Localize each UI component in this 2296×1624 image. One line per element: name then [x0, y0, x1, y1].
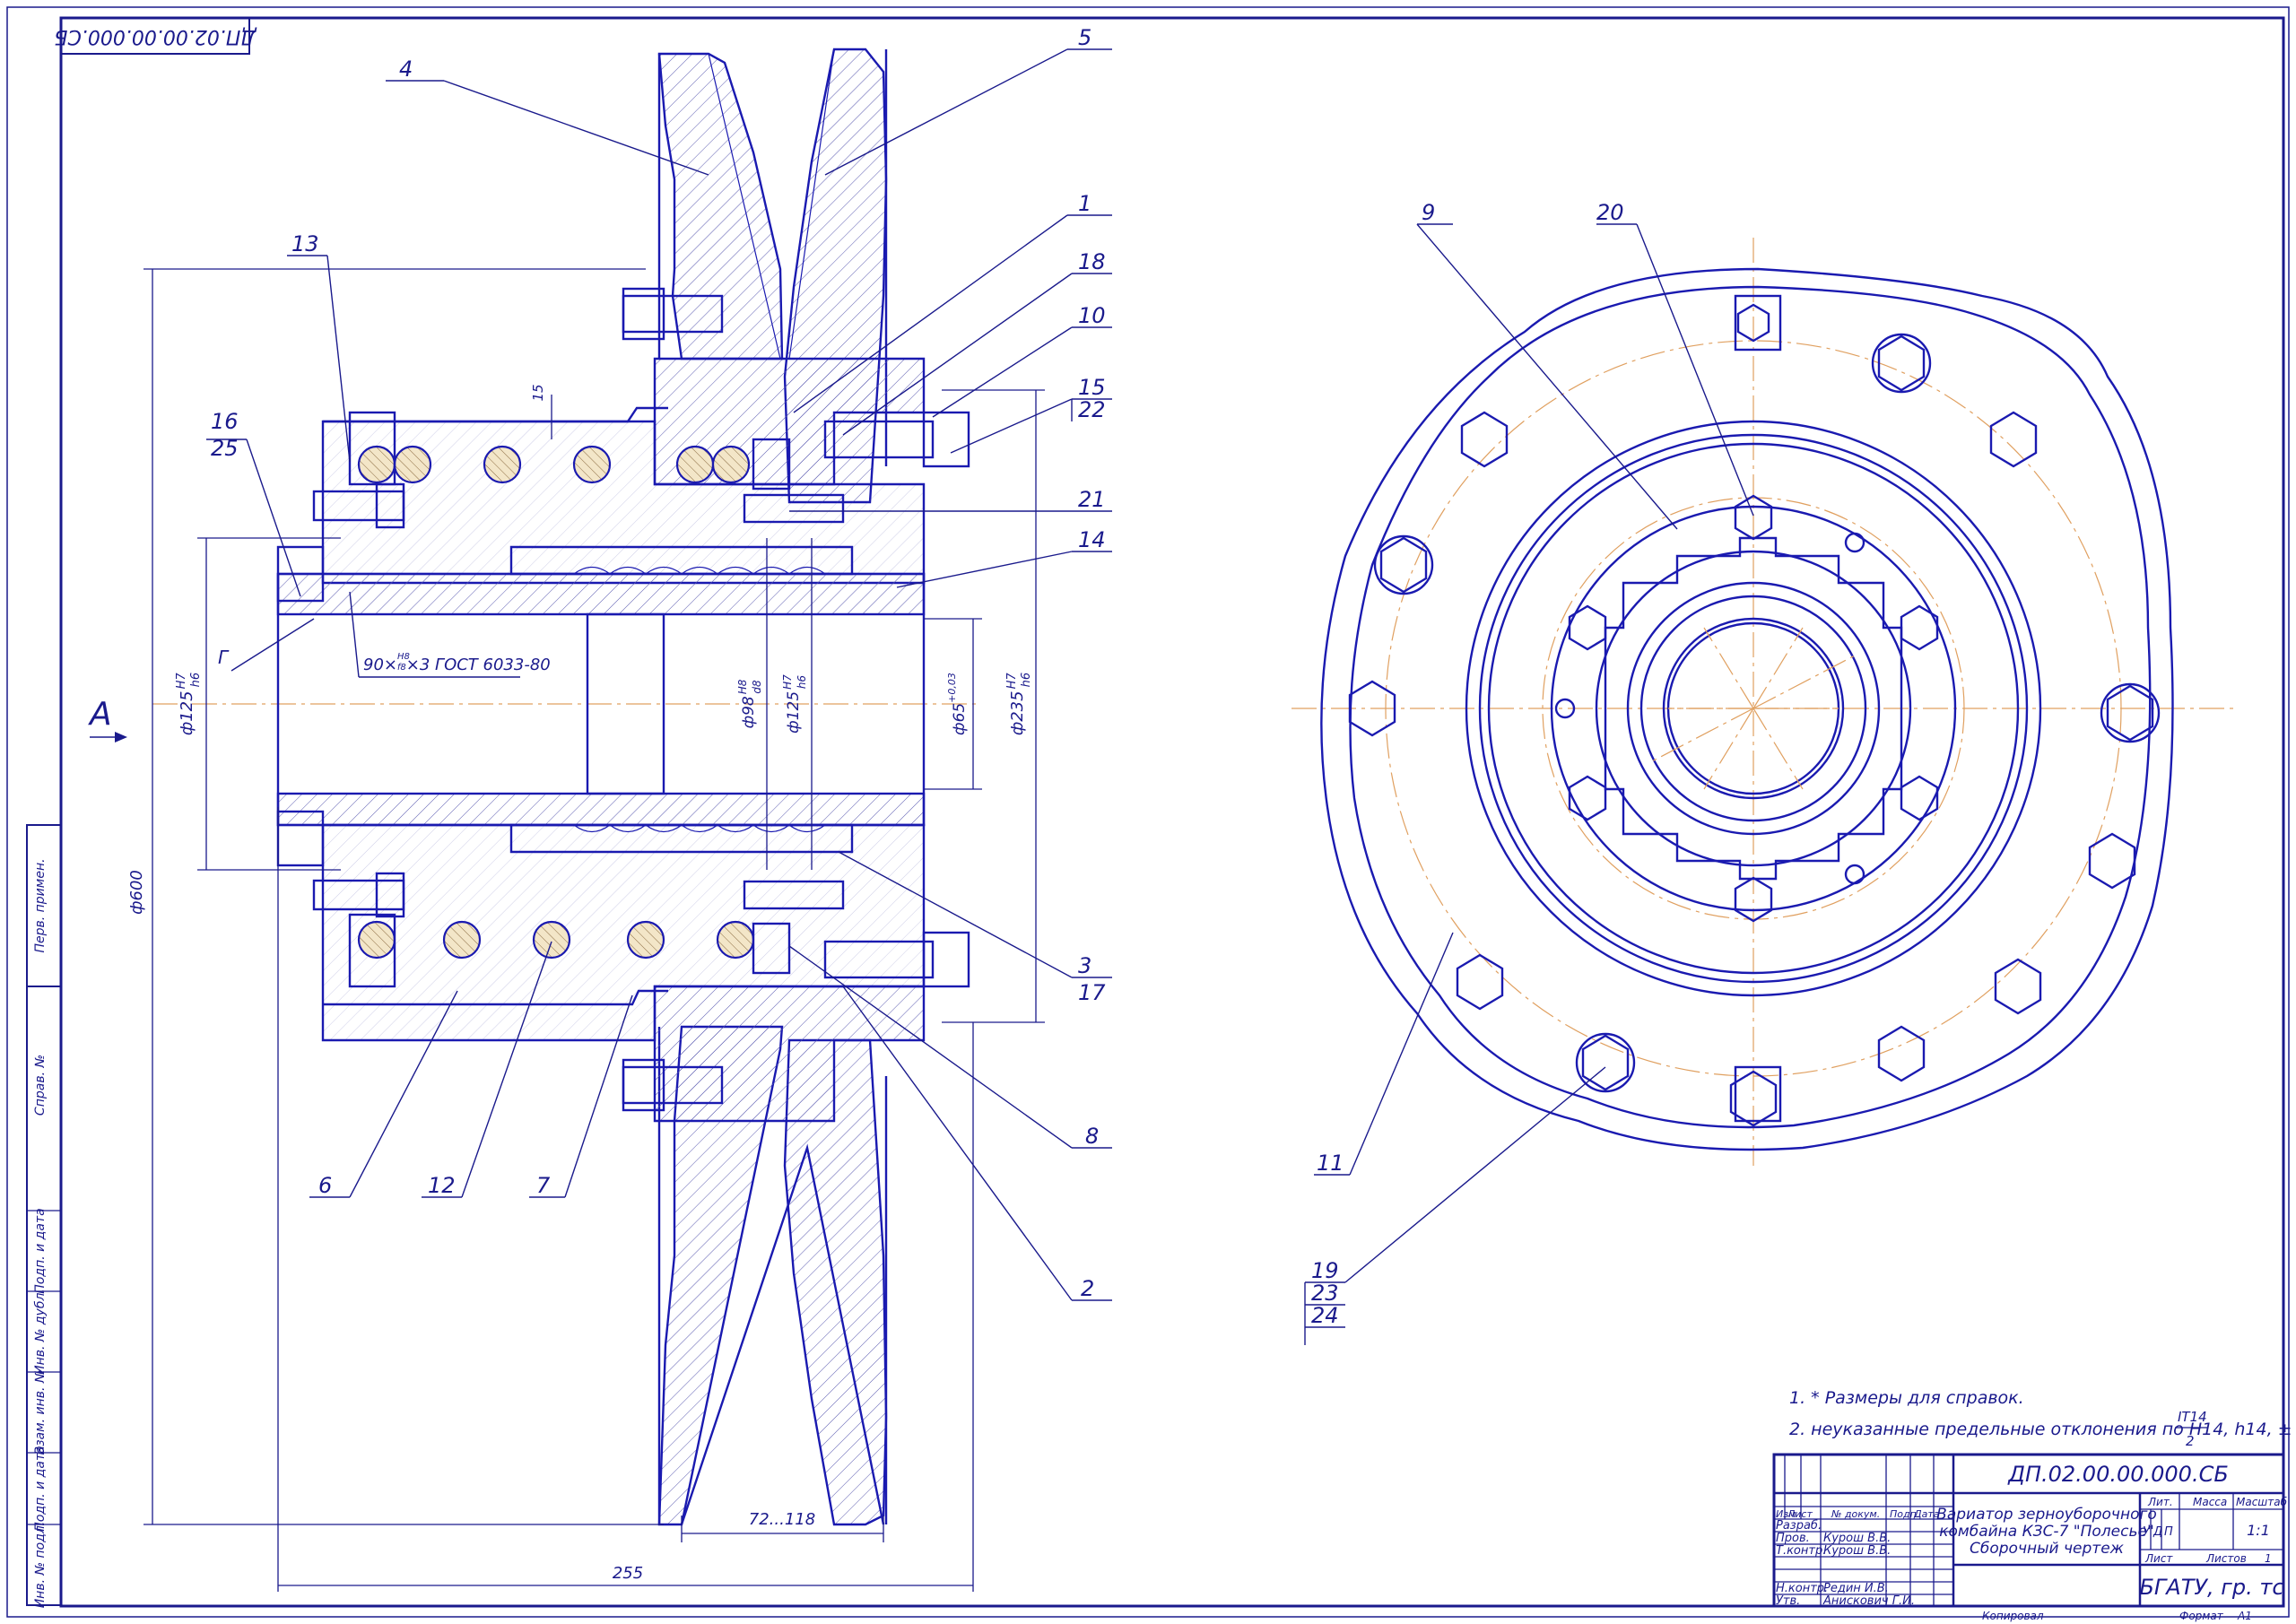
pos-23: 23 — [1311, 1281, 1339, 1306]
tb-lit-p: П — [2164, 1525, 2173, 1539]
stamp-label-7: Инв. № подл. — [33, 1522, 48, 1609]
dim-overall: 255 — [613, 1564, 643, 1583]
tb-head-doc: № докум. — [1831, 1508, 1880, 1520]
tb-format-value: А1 — [2237, 1610, 2252, 1622]
tb-designation: ДП.02.00.00.000.СБ — [2007, 1462, 2229, 1487]
tb-name-4: Редин И.В. — [1823, 1582, 1889, 1595]
tb-title-1: Вариатор зерноуборочного — [1936, 1506, 2157, 1524]
section-view: ф600 ф125H7h6 ф98H8 d8 ф125H7 h6 ф65+0,03 … — [88, 48, 1045, 1592]
end-view — [1292, 238, 2233, 1166]
tb-role-0: Разраб. — [1776, 1519, 1822, 1533]
stamp-label-2: Справ. № — [33, 1055, 48, 1116]
pos-14: 14 — [1078, 527, 1106, 552]
tb-name-5: Анискович Г.И. — [1822, 1594, 1915, 1608]
dim-d98-fit-bottom: d8 — [751, 680, 763, 694]
tb-title-2: комбайна КЗС-7 "Полесье" — [1939, 1523, 2154, 1541]
corner-code: ДП.02.00.00.000.СБ — [54, 25, 257, 48]
dim-d98-fit-top: H8 — [736, 679, 749, 694]
tb-copied: Копировал — [1982, 1610, 2044, 1622]
tb-lit-u: У — [2143, 1525, 2151, 1539]
dim-d235-fit-top: H7 — [1005, 673, 1019, 690]
pos-6: 6 — [318, 1173, 332, 1198]
dim-stroke-range: 72...118 — [749, 1510, 815, 1529]
pos-11: 11 — [1317, 1151, 1344, 1176]
tb-lit-d: Д — [2152, 1525, 2162, 1539]
pos-25: 25 — [211, 436, 239, 461]
stamp-label-5: Взам. инв. № — [33, 1369, 48, 1455]
note-2-frac-top: IT14 — [2178, 1409, 2207, 1425]
tb-title-3: Сборочный чертеж — [1970, 1540, 2125, 1558]
tb-lit-label: Лит. — [2147, 1496, 2173, 1508]
assembly-drawing: ДП.02.00.00.000.СБ Перв. примен. Справ. … — [6, 6, 2292, 1622]
pos-1: 1 — [1078, 191, 1091, 216]
pos-15: 15 — [1078, 375, 1106, 400]
stamp-label-1: Перв. примен. — [33, 858, 48, 952]
pos-17: 17 — [1078, 980, 1106, 1005]
dim-d125-left-fit-bottom: h6 — [189, 673, 203, 688]
note-2: 2. неуказанные предельные отклонения по … — [1789, 1420, 2292, 1439]
dim-d98-val: ф98 — [740, 696, 758, 728]
dim-d125-left-fit-top: H7 — [175, 673, 188, 690]
dim-d235: ф235H7h6 — [1005, 673, 1033, 736]
dim-d600: ф600 — [127, 870, 146, 915]
pos-20: 20 — [1596, 200, 1624, 225]
stamp-label-4: Инв. № дубл. — [33, 1289, 48, 1375]
tb-scale-label: Масштаб — [2236, 1496, 2288, 1508]
stamp-label-3: Подп. и дата — [33, 1208, 48, 1293]
pos-21: 21 — [1078, 487, 1106, 512]
tb-mass-label: Масса — [2193, 1496, 2227, 1508]
pos-12: 12 — [428, 1173, 456, 1198]
pos-22: 22 — [1078, 397, 1106, 422]
spline-fit-bottom: f8 — [397, 663, 406, 673]
tb-sheets-value: 1 — [2265, 1552, 2272, 1565]
stamp-label-6: Подп. и дата — [33, 1446, 48, 1531]
spline-spec: 90×H8 f8×3 ГОСТ 6033-80 — [363, 652, 551, 674]
pos-5: 5 — [1078, 25, 1091, 50]
tb-role-2: Т.контр. — [1776, 1544, 1826, 1558]
pos-7: 7 — [536, 1173, 551, 1198]
side-stamp: Перв. примен. Справ. № Подп. и дата Инв.… — [26, 824, 62, 1609]
tb-sheets-label: Листов — [2205, 1552, 2247, 1565]
dim-d125-mid-fit-bottom: h6 — [796, 675, 808, 690]
tb-role-1: Пров. — [1776, 1532, 1810, 1545]
pos-24: 24 — [1311, 1303, 1339, 1328]
dim-d125-left-val: ф125 — [178, 690, 196, 735]
corner-code-box: ДП.02.00.00.000.СБ — [54, 17, 257, 55]
tb-sheet-label: Лист — [2144, 1552, 2173, 1565]
tb-format-label: Формат — [2179, 1610, 2224, 1622]
pos-9: 9 — [1422, 200, 1435, 225]
section-label: Г — [218, 647, 230, 668]
pos-18: 18 — [1078, 249, 1106, 274]
dim-d125-mid-val: ф125 — [785, 691, 803, 734]
dim-d65-tol: +0,03 — [946, 673, 958, 703]
dim-d65-val: ф65 — [951, 703, 969, 735]
spline-spec-val: 90× — [363, 656, 397, 674]
tb-role-4: Н.контр. — [1776, 1582, 1828, 1595]
tb-scale-value: 1:1 — [2247, 1522, 2270, 1539]
tb-org: БГАТУ, гр. тс — [2139, 1575, 2283, 1600]
pos-19: 19 — [1311, 1258, 1339, 1283]
dim-gap: 15 — [530, 384, 546, 401]
tb-role-5: Утв. — [1776, 1594, 1800, 1608]
pos-10: 10 — [1078, 303, 1106, 328]
note-1: 1. * Размеры для справок. — [1789, 1388, 2024, 1408]
dim-d235-val: ф235 — [1008, 690, 1027, 735]
technical-notes: 1. * Размеры для справок. 2. неуказанные… — [1789, 1388, 2292, 1449]
leaders — [206, 48, 1754, 1345]
dim-d125-mid-fit-top: H7 — [781, 674, 794, 690]
view-label: А — [88, 696, 112, 733]
pos-3: 3 — [1078, 953, 1091, 978]
pos-2: 2 — [1081, 1276, 1094, 1301]
pos-13: 13 — [291, 231, 319, 256]
pos-16: 16 — [211, 409, 239, 434]
pos-8: 8 — [1085, 1124, 1099, 1149]
tb-name-2: Курош В.В. — [1823, 1544, 1891, 1558]
title-block: Изм Лист № докум. Подп. Дата Разраб. Про… — [1772, 1453, 2288, 1622]
tb-name-1: Курош В.В. — [1823, 1532, 1891, 1545]
pos-4: 4 — [399, 56, 413, 82]
note-2-frac-bottom: 2 — [2186, 1433, 2195, 1449]
dim-d235-fit-bottom: h6 — [1020, 673, 1033, 688]
spline-tail: ×3 ГОСТ 6033-80 — [406, 656, 551, 674]
